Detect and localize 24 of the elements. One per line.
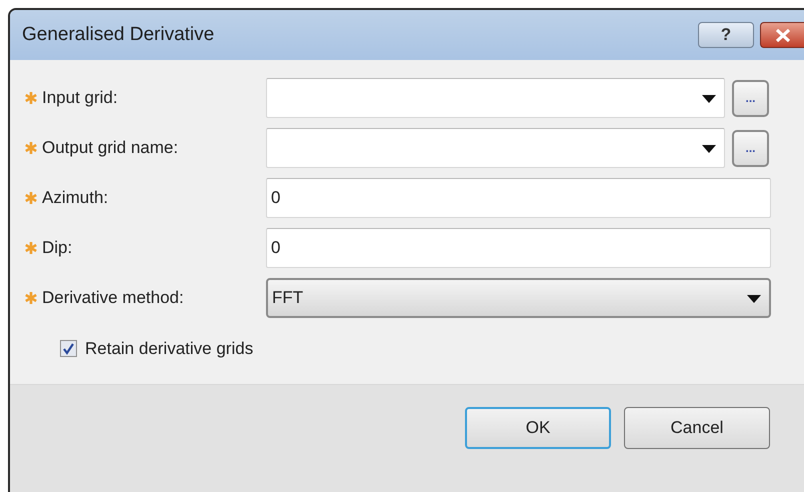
dropdown-field[interactable]: FFT [266,278,771,318]
field-label: Dip: [42,237,72,260]
checkbox[interactable] [60,340,77,358]
combo-field[interactable] [266,128,725,168]
caret-icon [747,294,761,303]
text-field[interactable]: 0 [266,228,771,268]
caret-icon [702,144,716,153]
field-label: Input grid: [42,87,118,110]
close-icon [774,28,790,42]
close-button[interactable] [760,22,804,48]
check-icon [62,342,75,356]
field-label: Derivative method: [42,287,184,310]
field-label: Output grid name: [42,137,178,160]
field-label: Azimuth: [42,187,108,210]
browse-button[interactable]: ... [732,80,769,116]
checkbox-label: Retain derivative grids [85,338,254,360]
caret-icon [702,94,716,103]
help-button[interactable]: ? [698,22,754,48]
combo-field[interactable] [266,78,725,118]
browse-button[interactable]: ... [732,130,769,166]
dialog-button[interactable]: OK [465,407,611,449]
text-field[interactable]: 0 [266,178,771,218]
window-title: Generalised Derivative [22,22,216,47]
dialog-button[interactable]: Cancel [624,407,770,449]
